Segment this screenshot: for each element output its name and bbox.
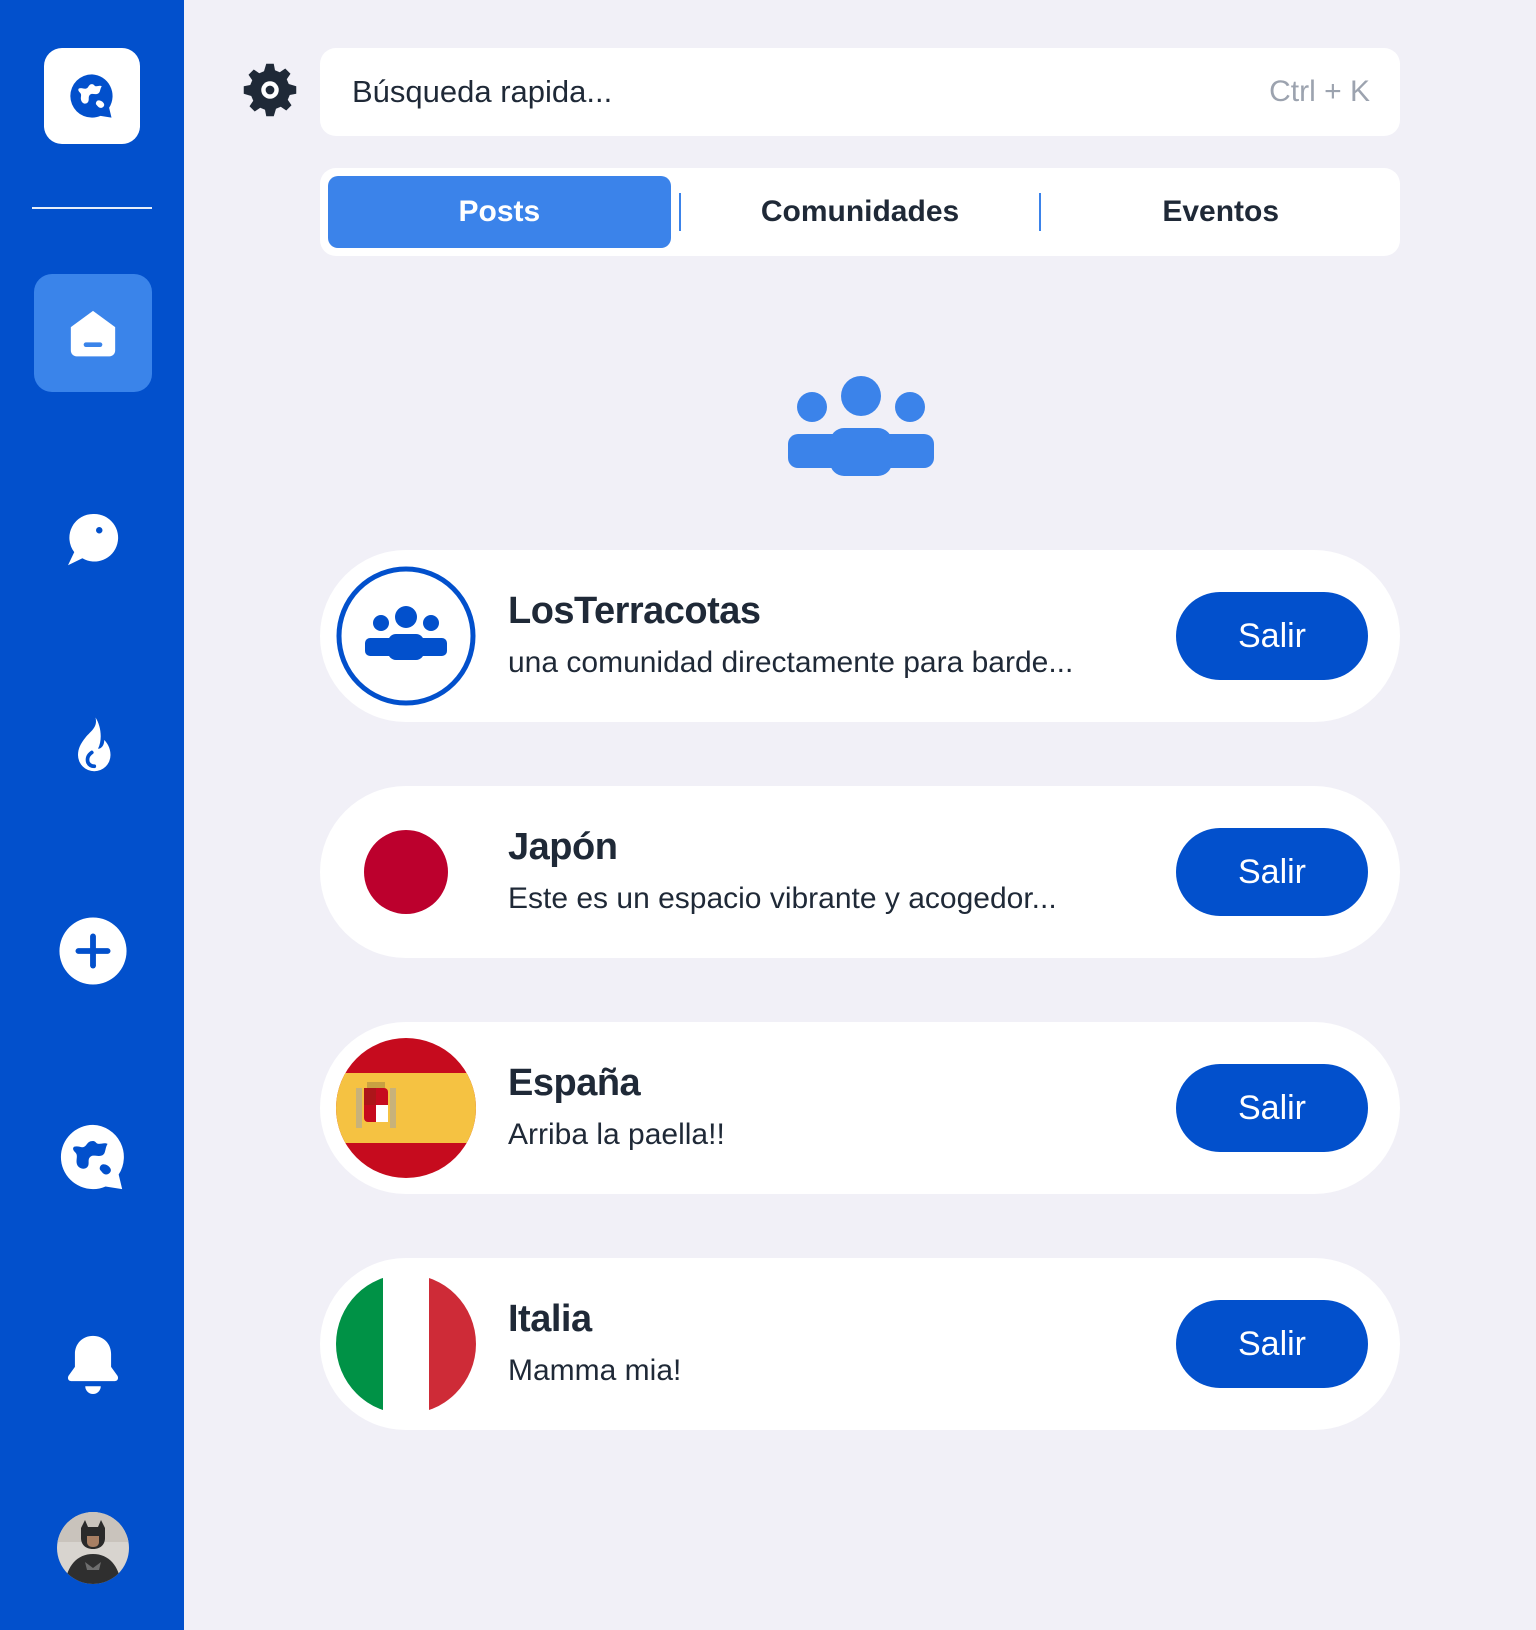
sidebar-divider: [32, 207, 152, 209]
italy-flag: [336, 1274, 476, 1414]
gear-icon: [243, 63, 297, 117]
communities-group-icon: [788, 376, 934, 476]
community-description: Este es un espacio vibrante y acogedor..…: [508, 882, 1057, 915]
leave-button[interactable]: Salir: [1176, 1300, 1368, 1388]
community-card[interactable]: Italia Mamma mia! Salir: [320, 1258, 1400, 1430]
home-icon: [70, 310, 116, 357]
sidebar-item-notifications[interactable]: [34, 1304, 152, 1422]
community-avatar: [336, 566, 476, 706]
community-description: Mamma mia!: [508, 1354, 682, 1387]
sidebar-item-create[interactable]: [34, 892, 152, 1010]
leave-button[interactable]: Salir: [1176, 828, 1368, 916]
globe-chat-icon: [60, 1124, 124, 1190]
chat-bubble-icon: [68, 513, 119, 566]
tab-bar: Posts Comunidades Eventos: [320, 168, 1400, 256]
community-description: una comunidad directamente para barde...: [508, 646, 1074, 679]
community-avatar: [336, 1274, 476, 1414]
community-card[interactable]: España Arriba la paella!! Salir: [320, 1022, 1400, 1194]
sidebar-item-explore[interactable]: [34, 1098, 152, 1216]
globe-chat-icon: [70, 74, 113, 118]
community-name: Italia: [508, 1298, 592, 1340]
leave-button[interactable]: Salir: [1176, 1064, 1368, 1152]
japan-flag: [336, 802, 476, 942]
group-icon: [336, 566, 476, 706]
sidebar-item-chat[interactable]: [34, 480, 152, 598]
tab-posts[interactable]: Posts: [328, 176, 671, 248]
tab-comunidades[interactable]: Comunidades: [689, 176, 1032, 248]
user-avatar-image: [57, 1512, 129, 1584]
flame-icon: [78, 717, 111, 772]
user-avatar[interactable]: [57, 1512, 129, 1584]
quick-search: Ctrl + K: [320, 48, 1400, 136]
community-name: España: [508, 1062, 641, 1104]
sidebar-item-home[interactable]: [34, 274, 152, 392]
settings-button[interactable]: [240, 60, 300, 120]
community-card[interactable]: LosTerracotas una comunidad directamente…: [320, 550, 1400, 722]
community-card[interactable]: Japón Este es un espacio vibrante y acog…: [320, 786, 1400, 958]
spain-flag: [336, 1038, 476, 1178]
plus-circle-icon: [59, 917, 127, 985]
sidebar: [0, 0, 184, 1630]
tab-eventos[interactable]: Eventos: [1049, 176, 1392, 248]
community-avatar: [336, 1038, 476, 1178]
bell-icon: [67, 1335, 119, 1394]
search-shortcut-hint: Ctrl + K: [1269, 75, 1370, 108]
tab-divider: [1039, 193, 1042, 231]
tab-divider: [678, 193, 681, 231]
community-name: LosTerracotas: [508, 590, 761, 632]
search-input[interactable]: [352, 74, 1052, 110]
community-avatar: [336, 802, 476, 942]
community-name: Japón: [508, 826, 618, 868]
leave-button[interactable]: Salir: [1176, 592, 1368, 680]
sidebar-item-trending[interactable]: [34, 686, 152, 804]
app-logo[interactable]: [44, 48, 140, 144]
community-description: Arriba la paella!!: [508, 1118, 725, 1151]
